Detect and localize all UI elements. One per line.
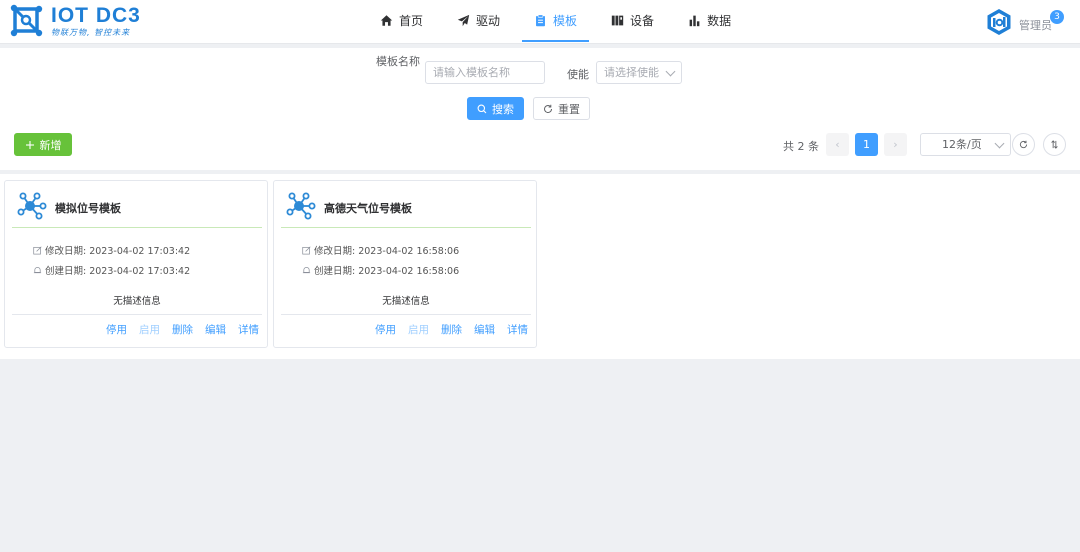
disable-button[interactable]: 停用 [106,322,127,337]
detail-button[interactable]: 详情 [238,322,259,337]
card-modified-text: 修改日期: 2023-04-02 17:03:42 [45,246,191,257]
nav-item-label: 首页 [399,14,424,28]
template-name-input[interactable]: 请输入模板名称 [425,61,545,84]
clipboard-icon [536,13,545,26]
card-actions: 停用 启用 删除 编辑 详情 [94,322,259,337]
chevron-right-icon: › [893,138,898,151]
enable-select[interactable]: 请选择使能 [596,61,682,84]
user-name: 管理员 [1019,19,1052,32]
pagination-total: 共 2 条 [783,140,819,153]
prev-page-button[interactable]: ‹ [826,133,849,156]
bell-icon [302,266,311,273]
refresh-button[interactable] [1012,133,1035,156]
card-created-date: 创建日期: 2023-04-02 16:58:06 [302,263,459,277]
detail-button[interactable]: 详情 [507,322,528,337]
plus-icon [25,140,34,149]
card-actions: 停用 启用 删除 编辑 详情 [363,322,528,337]
template-card: 高德天气位号模板 修改日期: 2023-04-02 16:58:06 创建日期:… [273,180,537,348]
device-icon [611,15,624,26]
template-card-list: 模拟位号模板 修改日期: 2023-04-02 17:03:42 创建日期: 2… [0,174,1080,359]
search-icon [477,104,487,113]
card-description: 无描述信息 [113,296,161,307]
network-node-icon [17,192,47,220]
chevron-down-icon [994,138,1005,149]
logo-icon [10,4,43,37]
search-button[interactable]: 搜索 [467,97,524,120]
delete-button[interactable]: 删除 [172,322,193,337]
notification-badge: 3 [1050,10,1064,24]
chevron-down-icon [665,66,676,77]
refresh-icon [544,104,553,113]
page-size-value: 12条/页 [942,138,982,151]
main-nav: 首页 驱动 模板 设备 数据 [368,0,753,44]
nav-item-label: 数据 [707,14,732,28]
card-title: 模拟位号模板 [55,202,121,215]
logo-subtitle: 物联万物, 智控未来 [51,28,131,37]
card-created-text: 创建日期: 2023-04-02 16:58:06 [314,266,460,277]
add-button-label: 新增 [39,138,62,152]
bar-chart-icon [689,15,700,27]
edit-button[interactable]: 编辑 [474,322,495,337]
sort-icon [1051,140,1058,149]
card-divider [281,314,531,315]
network-node-icon [286,192,316,220]
card-created-date: 创建日期: 2023-04-02 17:03:42 [33,263,190,277]
logo-title: IOT DC3 [51,4,141,27]
reset-button[interactable]: 重置 [533,97,590,120]
page-size-select[interactable]: 12条/页 [920,133,1011,156]
card-title: 高德天气位号模板 [324,202,412,215]
search-button-label: 搜索 [492,102,514,116]
enable-select-placeholder: 请选择使能 [604,66,659,79]
template-card: 模拟位号模板 修改日期: 2023-04-02 17:03:42 创建日期: 2… [4,180,268,348]
send-icon [457,14,470,27]
card-divider [281,227,531,228]
next-page-button[interactable]: › [884,133,907,156]
logo[interactable]: IOT DC3 物联万物, 智控未来 [10,4,141,38]
search-panel: 模板名称 请输入模板名称 使能 请选择使能 搜索 重置 新增 共 2 条 ‹ 1… [0,48,1080,170]
card-description: 无描述信息 [382,296,430,307]
nav-item-driver[interactable]: 驱动 [445,0,512,41]
delete-button[interactable]: 删除 [441,322,462,337]
enable-label: 使能 [567,68,589,81]
template-name-label: 模板名称 [376,55,420,68]
chevron-left-icon: ‹ [835,138,840,151]
user-menu[interactable]: 管理员 3 [985,8,1064,36]
add-button[interactable]: 新增 [14,133,72,156]
edit-icon [33,245,42,254]
edit-button[interactable]: 编辑 [205,322,226,337]
nav-item-data[interactable]: 数据 [676,0,743,41]
home-icon [380,15,393,26]
nav-item-home[interactable]: 首页 [368,0,435,41]
enable-button[interactable]: 启用 [408,322,429,337]
top-header: IOT DC3 物联万物, 智控未来 首页 驱动 模板 设备 数据 管理员 3 [0,0,1080,44]
card-divider [12,314,262,315]
disable-button[interactable]: 停用 [375,322,396,337]
sort-button[interactable] [1043,133,1066,156]
avatar [987,9,1011,35]
refresh-icon [1019,140,1028,149]
page-number-current[interactable]: 1 [855,133,878,156]
nav-item-device[interactable]: 设备 [599,0,666,41]
card-divider [12,227,262,228]
enable-button[interactable]: 启用 [139,322,160,337]
nav-item-label: 设备 [630,14,655,28]
card-modified-text: 修改日期: 2023-04-02 16:58:06 [314,246,460,257]
bell-icon [33,266,42,273]
card-modified-date: 修改日期: 2023-04-02 16:58:06 [302,243,459,257]
card-modified-date: 修改日期: 2023-04-02 17:03:42 [33,243,190,257]
edit-icon [302,245,311,254]
nav-item-label: 模板 [553,13,578,28]
card-created-text: 创建日期: 2023-04-02 17:03:42 [45,266,191,277]
nav-item-template[interactable]: 模板 [522,0,590,42]
reset-button-label: 重置 [558,102,580,116]
nav-item-label: 驱动 [476,14,501,28]
